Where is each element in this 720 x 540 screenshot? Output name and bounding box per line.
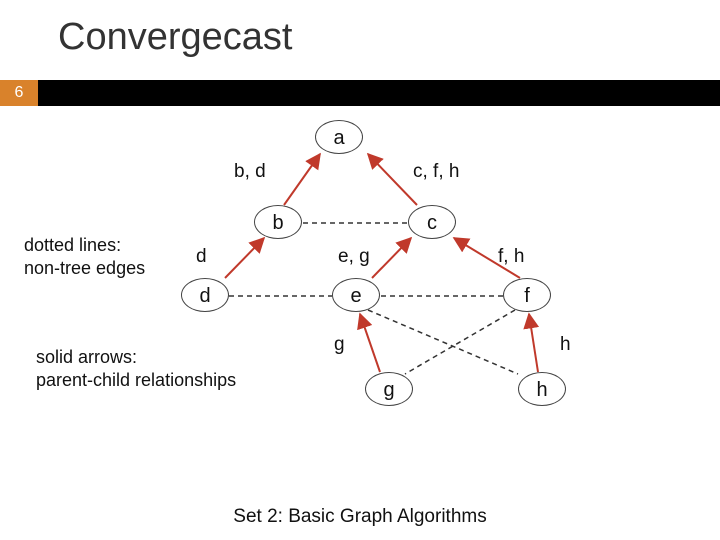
node-f: f — [503, 278, 551, 312]
nontree-f-g — [405, 310, 515, 374]
edge-e-c — [372, 238, 411, 278]
diagram-stage: a b c d e f g h b, d c, f, h d e, g f, h… — [0, 106, 720, 540]
diagram-edges — [0, 106, 720, 540]
slide-number: 6 — [0, 80, 38, 106]
label-ac: c, f, h — [413, 161, 459, 183]
label-ab: b, d — [234, 161, 266, 183]
legend-dotted: dotted lines: non-tree edges — [24, 234, 145, 279]
node-h: h — [518, 372, 566, 406]
label-bd: d — [196, 246, 207, 268]
edge-g-e — [360, 314, 380, 372]
edge-d-b — [225, 238, 264, 278]
slide-title: Convergecast — [0, 0, 720, 59]
label-fh: h — [560, 334, 571, 356]
node-d: d — [181, 278, 229, 312]
label-cf: f, h — [498, 246, 524, 268]
nontree-e-h — [368, 310, 518, 374]
label-eg: g — [334, 334, 345, 356]
legend-solid: solid arrows: parent-child relationships — [36, 346, 236, 391]
edge-h-f — [529, 314, 538, 372]
node-a: a — [315, 120, 363, 154]
footer-text: Set 2: Basic Graph Algorithms — [0, 506, 720, 528]
node-c: c — [408, 205, 456, 239]
edge-c-a — [368, 154, 417, 205]
edge-b-a — [284, 154, 320, 205]
node-b: b — [254, 205, 302, 239]
node-g: g — [365, 372, 413, 406]
node-e: e — [332, 278, 380, 312]
title-band — [0, 80, 720, 106]
label-ce: e, g — [338, 246, 370, 268]
